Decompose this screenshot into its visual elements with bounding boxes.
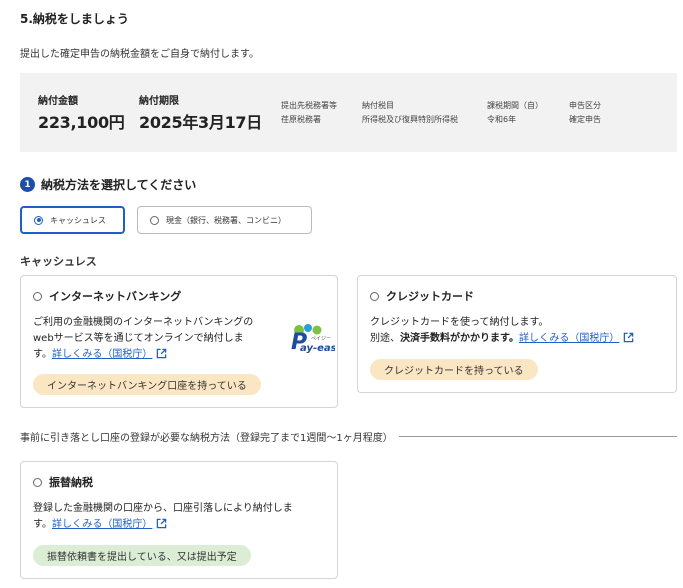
- prior-registration-divider: 事前に引き落とし口座の登録が必要な納税方法（登録完了まで1週間〜1ヶ月程度）: [20, 429, 677, 444]
- amount-label: 納付金額: [38, 96, 78, 107]
- internet-banking-detail-link[interactable]: 詳しくみる（国税庁）: [52, 349, 152, 360]
- method-cashless-button[interactable]: キャッシュレス: [20, 206, 125, 234]
- external-link-icon: [157, 518, 167, 529]
- section-title: 5.納税をしましょう: [20, 12, 129, 26]
- method-cashless-label: キャッシュレス: [50, 215, 106, 225]
- radio-off-icon: [33, 291, 42, 301]
- credit-card-option[interactable]: クレジットカード: [370, 288, 474, 304]
- credit-card-description: クレジットカードを使って納付します。 別途、決済手数料がかかります。詳しくみる（…: [370, 315, 670, 347]
- furikae-detail-link[interactable]: 詳しくみる（国税庁）: [52, 519, 152, 530]
- tax-summary-panel: 納付金額 223,100円 納付期限 2025年3月17日 提出先税務署等 荏原…: [20, 73, 677, 152]
- furikae-title: 振替納税: [49, 476, 93, 489]
- credit-card-tag: クレジットカードを持っている: [370, 359, 538, 380]
- internet-banking-desc-line1: ご利用の金融機関のインターネットバンキングの: [33, 317, 254, 328]
- divider-line: [398, 436, 677, 437]
- step-heading: 1 納税方法を選択してください: [20, 176, 196, 193]
- method-cash-label: 現金（銀行、税務署、コンビニ）: [166, 215, 286, 225]
- meta-office-label: 提出先税務署等: [281, 101, 337, 110]
- furikae-desc-line1: 登録した金融機関の口座から、口座引落しにより納付しま: [33, 503, 293, 514]
- meta-period-label: 課税期間（自）: [487, 101, 543, 110]
- furikae-desc-line2: す。: [33, 519, 52, 530]
- deadline-value: 2025年3月17日: [139, 113, 262, 132]
- furikae-tag: 振替依頼書を提出している、又は提出予定: [33, 545, 251, 566]
- furikae-card[interactable]: 振替納税 登録した金融機関の口座から、口座引落しにより納付しま す。詳しくみる（…: [20, 461, 338, 579]
- deadline-label: 納付期限: [139, 96, 179, 107]
- credit-card-title: クレジットカード: [386, 290, 474, 303]
- external-link-icon: [624, 332, 634, 343]
- internet-banking-desc-line2: webサービス等を通じてオンラインで納付しま: [33, 333, 244, 344]
- method-cash-button[interactable]: 現金（銀行、税務署、コンビニ）: [137, 206, 312, 234]
- external-link-icon: [157, 348, 167, 359]
- credit-card-fee-notice: 決済手数料がかかります。: [400, 333, 519, 344]
- pay-easy-logo-text: ay-easy: [300, 343, 335, 354]
- internet-banking-desc-line3: す。: [33, 349, 52, 360]
- radio-off-icon: [33, 477, 42, 487]
- credit-card-card[interactable]: クレジットカード クレジットカードを使って納付します。 別途、決済手数料がかかり…: [357, 275, 677, 393]
- credit-card-detail-link[interactable]: 詳しくみる（国税庁）: [519, 333, 619, 344]
- furikae-option[interactable]: 振替納税: [33, 474, 93, 490]
- section-intro: 提出した確定申告の納税金額をご自身で納付します。: [20, 49, 259, 60]
- internet-banking-option[interactable]: インターネットバンキング: [33, 288, 181, 304]
- meta-taxitem-value: 所得税及び復興特別所得税: [362, 115, 458, 124]
- prior-registration-heading: 事前に引き落とし口座の登録が必要な納税方法（登録完了まで1週間〜1ヶ月程度）: [20, 433, 393, 444]
- step-title: 納税方法を選択してください: [41, 178, 197, 192]
- radio-on-icon: [34, 215, 43, 225]
- credit-card-desc-line1: クレジットカードを使って納付します。: [370, 317, 549, 328]
- cashless-group-label: キャッシュレス: [20, 255, 97, 268]
- radio-off-icon: [150, 215, 159, 225]
- credit-card-desc-prefix: 別途、: [370, 333, 400, 344]
- meta-office-value: 荏原税務署: [281, 115, 321, 124]
- internet-banking-title: インターネットバンキング: [49, 290, 182, 303]
- meta-period-value: 令和6年: [487, 115, 517, 124]
- internet-banking-card[interactable]: インターネットバンキング ご利用の金融機関のインターネットバンキングの webサ…: [20, 275, 338, 408]
- pay-easy-logo-small: ペイジー: [311, 336, 331, 342]
- internet-banking-description: ご利用の金融機関のインターネットバンキングの webサービス等を通じてオンライン…: [33, 315, 283, 363]
- amount-value: 223,100円: [38, 113, 125, 132]
- meta-type-value: 確定申告: [569, 115, 601, 124]
- internet-banking-tag: インターネットバンキング口座を持っている: [33, 374, 261, 395]
- step-number-badge: 1: [20, 177, 35, 192]
- pay-easy-logo-icon: P ペイジー ay-easy: [291, 324, 335, 355]
- meta-taxitem-label: 納付税目: [362, 101, 394, 110]
- meta-type-label: 申告区分: [569, 101, 601, 110]
- furikae-description: 登録した金融機関の口座から、口座引落しにより納付しま す。詳しくみる（国税庁）: [33, 501, 333, 533]
- radio-off-icon: [370, 291, 379, 301]
